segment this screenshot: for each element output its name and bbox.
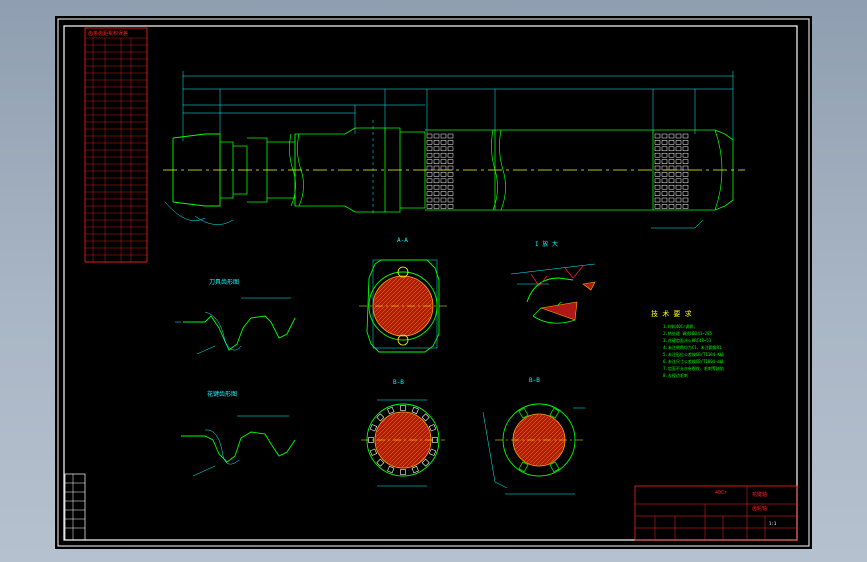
tooth-table-title: 齿条齿距累积误差 (88, 30, 128, 37)
note-line-6: 6.未注尺寸公差按GB/T1804-m级 (663, 358, 724, 364)
tool-profile: 刀具齿形图 (175, 278, 296, 355)
section-b-b-left-label: B-B (393, 379, 404, 386)
technical-notes: 技 术 要 求 1.材料40Cr调质。 2.热处理 调质HB241~285 3.… (651, 309, 724, 378)
shaft-view (163, 71, 745, 229)
drawing-sheet: 齿条齿距累积误差 A-A I 放 大 刀具齿形图 花键齿形图 B-B B-B 技… (55, 16, 812, 549)
section-b-b-right-label: B-B (529, 377, 540, 384)
section-b-b-right: B-B (482, 377, 585, 495)
detail-i-label: I 放 大 (535, 240, 558, 248)
cad-drawing: 齿条齿距累积误差 A-A I 放 大 刀具齿形图 花键齿形图 B-B B-B 技… (57, 18, 810, 547)
note-line-2: 2.热处理 调质HB241~285 (663, 330, 712, 336)
note-line-8: 8.去锐边毛刺 (663, 372, 688, 378)
title-block-scale: 1:1 (769, 521, 777, 526)
tooth-table: 齿条齿距累积误差 (84, 27, 148, 263)
title-block-drawing-code: 齿轮轴 (752, 505, 767, 512)
title-block-part-name: 花键轴 (752, 491, 767, 498)
notes-title: 技 术 要 求 (651, 309, 692, 318)
title-block-material: 40Cr (715, 490, 727, 496)
section-b-b-left: B-B (361, 379, 445, 487)
left-stamp-block (64, 473, 86, 541)
spline-teeth-left (426, 133, 454, 209)
spline-teeth-right (654, 133, 689, 209)
spline-profile: 花键齿形图 (181, 390, 296, 477)
note-line-5: 5.未注形位公差按GB/T1184-K级 (663, 351, 724, 357)
detail-i: I 放 大 (510, 240, 596, 324)
note-line-7: 7.齿面不允许有裂纹、毛刺等缺陷 (663, 365, 724, 371)
tool-profile-label: 刀具齿形图 (209, 278, 239, 286)
note-line-1: 1.材料40Cr调质。 (663, 323, 697, 329)
tooth-table-grid (85, 37, 147, 263)
note-line-4: 4.未注倒角均为C1，未注圆角R1 (663, 344, 722, 350)
section-a-a-label: A-A (397, 237, 408, 244)
note-line-3: 3.花键齿面淬火HRC48~53 (663, 337, 712, 343)
outer-border (57, 18, 810, 547)
section-a-a: A-A (359, 237, 447, 353)
title-block: 40Cr 花键轴 齿轮轴 1:1 (634, 485, 798, 541)
spline-profile-label: 花键齿形图 (207, 390, 237, 398)
